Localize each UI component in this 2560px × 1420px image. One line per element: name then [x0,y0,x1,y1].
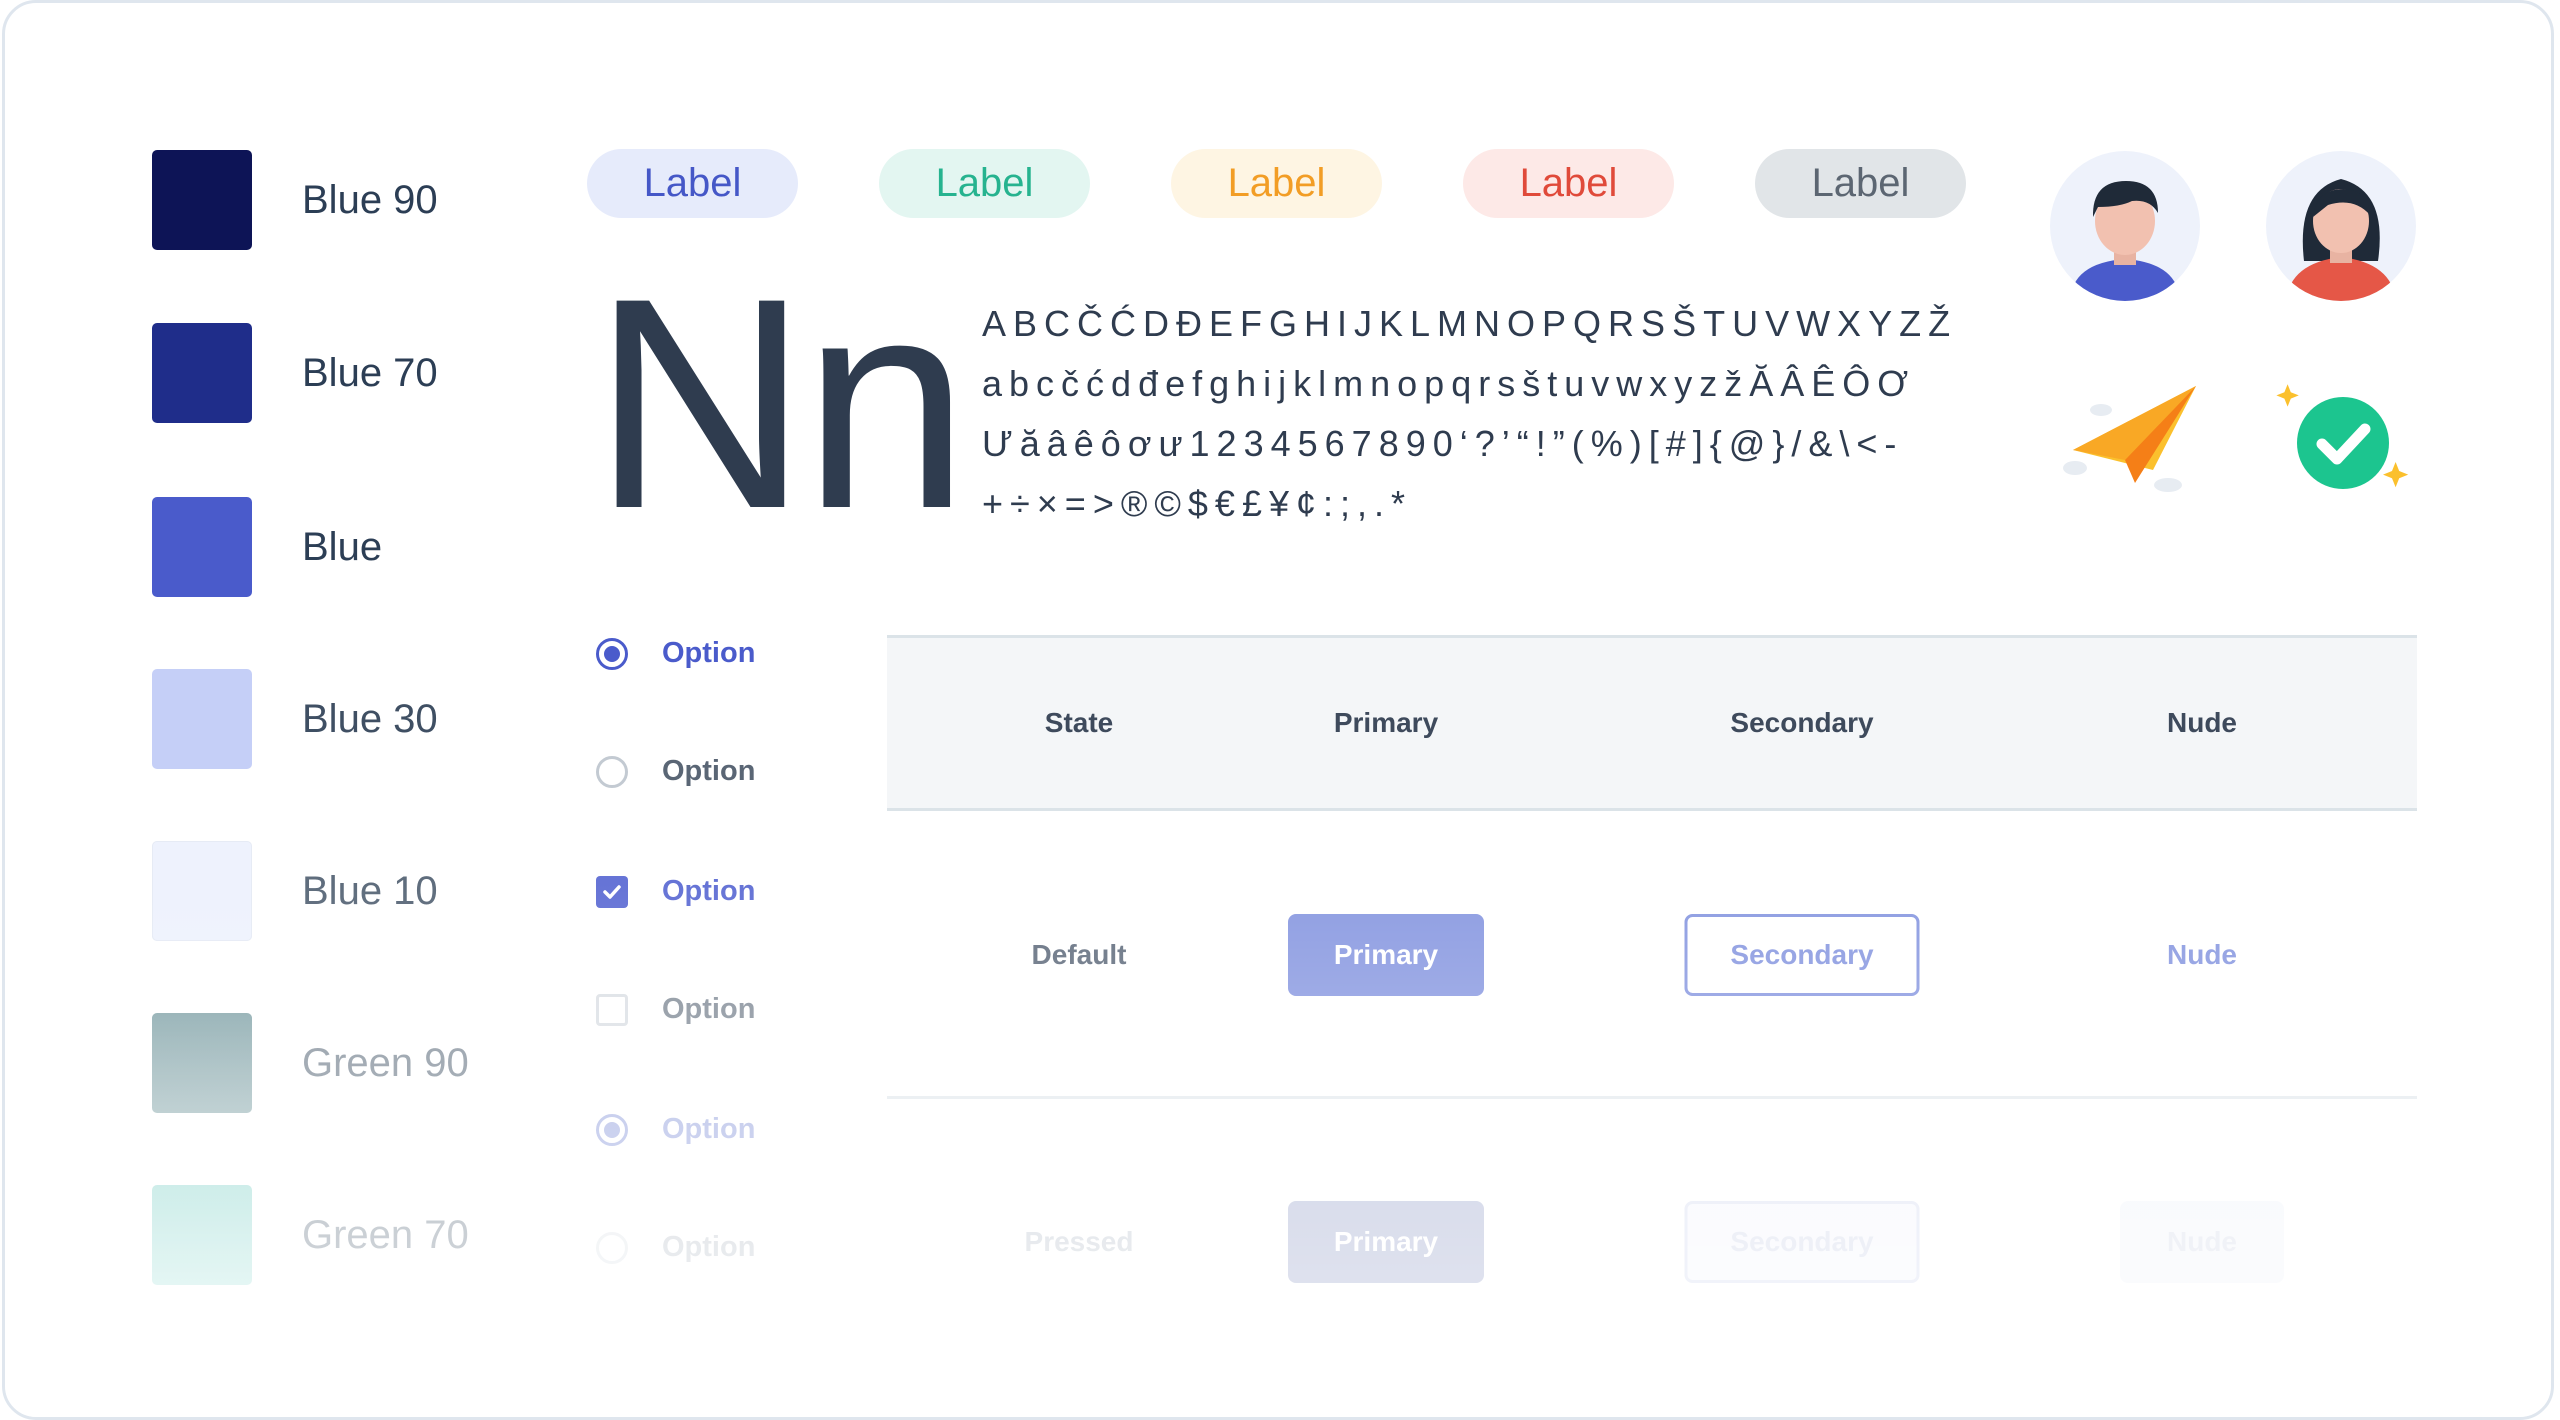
row-divider [887,1096,2417,1099]
swatch-label: Blue 90 [302,177,438,222]
color-swatch[interactable] [152,323,252,423]
primary-button-pressed[interactable]: Primary [1288,1201,1484,1283]
avatar-female-icon[interactable] [2266,151,2416,301]
swatch-row: Blue [152,497,382,597]
nude-button-default[interactable]: Nude [2167,939,2237,971]
option-label: Option [662,637,756,669]
header-state: State [1044,707,1114,738]
label-pill[interactable]: Label [587,149,798,218]
nude-button-pressed[interactable]: Nude [2120,1201,2284,1283]
swatch-row: Blue 10 [152,841,438,941]
option-label: Option [662,1113,756,1145]
label-pill[interactable]: Label [1755,149,1966,218]
swatch-row: Blue 90 [152,150,438,250]
swatch-row: Blue 30 [152,669,438,769]
option-label: Option [662,993,756,1025]
color-swatch[interactable] [152,1185,252,1285]
swatch-label: Green 90 [302,1040,469,1085]
swatch-label: Blue 10 [302,868,438,913]
option-label: Option [662,1231,756,1263]
label-pill[interactable]: Label [1171,149,1382,218]
color-swatch[interactable] [152,841,252,941]
checkmark-icon [603,884,621,899]
swatch-label: Green 70 [302,1212,469,1257]
option-label: Option [662,875,756,907]
glyph-line-digits: Ưăâêôơư1234567890‘?’“!”(%)[#]{@}/&\<- [982,423,1904,464]
header-secondary: Secondary [1730,707,1874,738]
label-pill[interactable]: Label [879,149,1090,218]
checkbox-option[interactable]: Option [596,875,755,908]
header-primary: Primary [1333,707,1439,738]
color-swatch[interactable] [152,150,252,250]
radio-option[interactable]: Option [596,1113,755,1146]
checkbox[interactable] [596,993,628,1026]
radio-dot [604,645,620,662]
radio-option[interactable]: Option [596,1231,755,1264]
design-system-card: Blue 90 Blue 70 Blue Blue 30 Blue 10 Green 90… [2,0,2554,1420]
checkbox-option[interactable]: Option [596,993,755,1026]
radio-button[interactable] [596,637,628,670]
avatar-male-icon[interactable] [2050,151,2200,301]
swatch-row: Green 70 [152,1185,469,1285]
color-swatch[interactable] [152,1013,252,1113]
glyph-line-uppercase: ABCČĆDĐEFGHIJKLMNOPQRSŠTUVWXYZŽ [982,303,1958,344]
glyph-line-symbols: +÷×=>®©$€£¥¢:;,.* [982,483,1413,524]
check-circle-icon [2275,381,2415,506]
radio-button[interactable] [596,1113,628,1146]
checkbox[interactable] [596,875,628,908]
radio-button[interactable] [596,1231,628,1264]
radio-option[interactable]: Option [596,755,755,788]
radio-option[interactable]: Option [596,637,755,670]
swatch-label: Blue 70 [302,350,438,395]
color-swatch[interactable] [152,669,252,769]
label-pill[interactable]: Label [1463,149,1674,218]
state-default: Default [1031,939,1127,970]
glyph-line-lowercase: abcčćdđefghijklmnopqrsštuvwxyzžĂÂÊÔƠ [982,363,1916,404]
option-label: Option [662,755,756,787]
secondary-button-default[interactable]: Secondary [1684,914,1920,996]
paper-plane-icon [2053,378,2203,498]
radio-dot [604,1121,620,1138]
swatch-label: Blue [302,524,383,569]
color-swatch[interactable] [152,497,252,597]
radio-button[interactable] [596,755,628,788]
typeface-sample: Nn [592,235,969,571]
secondary-button-pressed[interactable]: Secondary [1684,1201,1920,1283]
swatch-row: Blue 70 [152,323,438,423]
header-nude: Nude [2167,707,2237,738]
swatch-label: Blue 30 [302,696,438,741]
primary-button-default[interactable]: Primary [1288,914,1484,996]
state-pressed: Pressed [1024,1226,1134,1257]
swatch-row: Green 90 [152,1013,469,1113]
